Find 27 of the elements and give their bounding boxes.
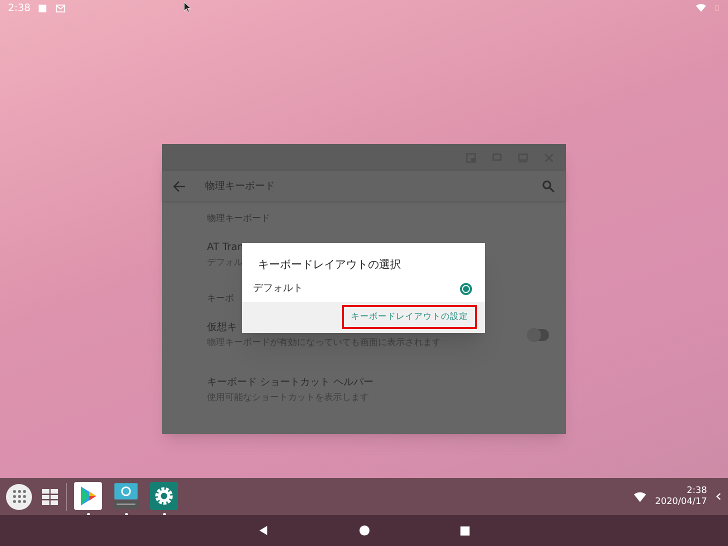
search-icon[interactable] <box>542 180 555 192</box>
chevron-left-icon[interactable] <box>715 491 722 502</box>
battery-icon <box>714 3 720 13</box>
radio-button[interactable] <box>460 282 472 294</box>
wifi-icon <box>696 3 706 13</box>
back-arrow-icon[interactable] <box>173 180 186 192</box>
status-time: 2:38 <box>8 2 30 16</box>
mouse-pointer-icon <box>183 0 193 14</box>
row-title: 仮想キ <box>207 320 237 334</box>
taskbar-date: 2020/04/17 <box>655 496 707 508</box>
layout-settings-button[interactable]: キーボードレイアウトの設定 <box>342 304 477 330</box>
row-title: キーボード ショートカット ヘルパー <box>207 376 374 390</box>
recents-icon[interactable] <box>460 526 470 536</box>
taskbar-time: 2:38 <box>686 486 707 496</box>
grid-icon[interactable] <box>41 488 59 504</box>
back-icon[interactable] <box>258 525 269 536</box>
app-drawer-button[interactable] <box>6 484 32 510</box>
play-store-icon[interactable] <box>74 482 102 510</box>
option-label: デフォルト <box>253 282 304 296</box>
settings-icon[interactable] <box>150 482 178 510</box>
toggle-switch[interactable] <box>529 328 549 341</box>
radio-option[interactable]: デフォルト <box>242 278 485 300</box>
dialog-title: キーボードレイアウトの選択 <box>257 257 402 273</box>
wifi-icon <box>633 490 648 502</box>
keyboard-app-icon[interactable] <box>112 482 140 510</box>
mail-icon <box>55 4 66 12</box>
home-icon[interactable] <box>359 525 370 536</box>
